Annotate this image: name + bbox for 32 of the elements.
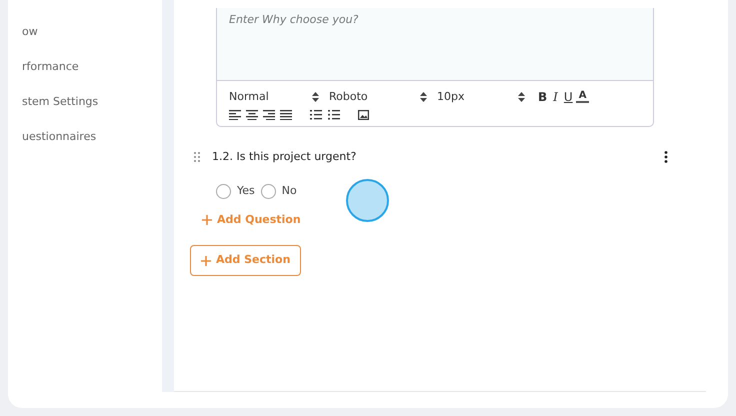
sidebar-item[interactable]: uestionnaires [22, 130, 96, 143]
sidebar-item[interactable]: rformance [22, 60, 79, 73]
option-label[interactable]: No [282, 183, 297, 200]
underline-button[interactable]: U [560, 91, 576, 104]
image-icon[interactable] [358, 110, 369, 120]
radio-button[interactable] [216, 184, 231, 199]
question-title: 1.2. Is this project urgent? [212, 148, 356, 164]
align-left-icon[interactable] [229, 110, 241, 120]
drag-handle-icon[interactable] [194, 152, 201, 162]
align-center-icon[interactable] [246, 110, 258, 120]
dropdown-select[interactable]: 10px [437, 89, 525, 106]
bold-button[interactable]: B [535, 91, 550, 104]
dropdown-select[interactable]: Roboto [329, 89, 427, 106]
bullet-list-icon[interactable] [328, 110, 340, 120]
align-right-icon[interactable] [263, 110, 275, 120]
numbered-list-icon[interactable] [310, 110, 322, 120]
sort-arrows-icon [518, 92, 525, 102]
sidebar-item[interactable]: stem Settings [22, 95, 98, 108]
plus-icon [202, 214, 212, 225]
align-justify-icon[interactable] [280, 110, 292, 120]
sort-arrows-icon [420, 92, 427, 102]
radio-button[interactable] [260, 184, 276, 199]
sidebar-item[interactable]: ow [22, 25, 38, 38]
more-options-icon[interactable] [664, 150, 668, 163]
italic-button[interactable]: I [550, 91, 561, 104]
dropdown-select[interactable]: Normal [229, 89, 319, 106]
text-area[interactable]: Enter Why choose you? [217, 8, 653, 81]
option-label[interactable]: Yes [237, 183, 255, 200]
plus-icon [201, 256, 211, 266]
text-color-button[interactable]: A [576, 91, 590, 104]
click-indicator [346, 179, 389, 222]
sort-arrows-icon [312, 92, 319, 102]
